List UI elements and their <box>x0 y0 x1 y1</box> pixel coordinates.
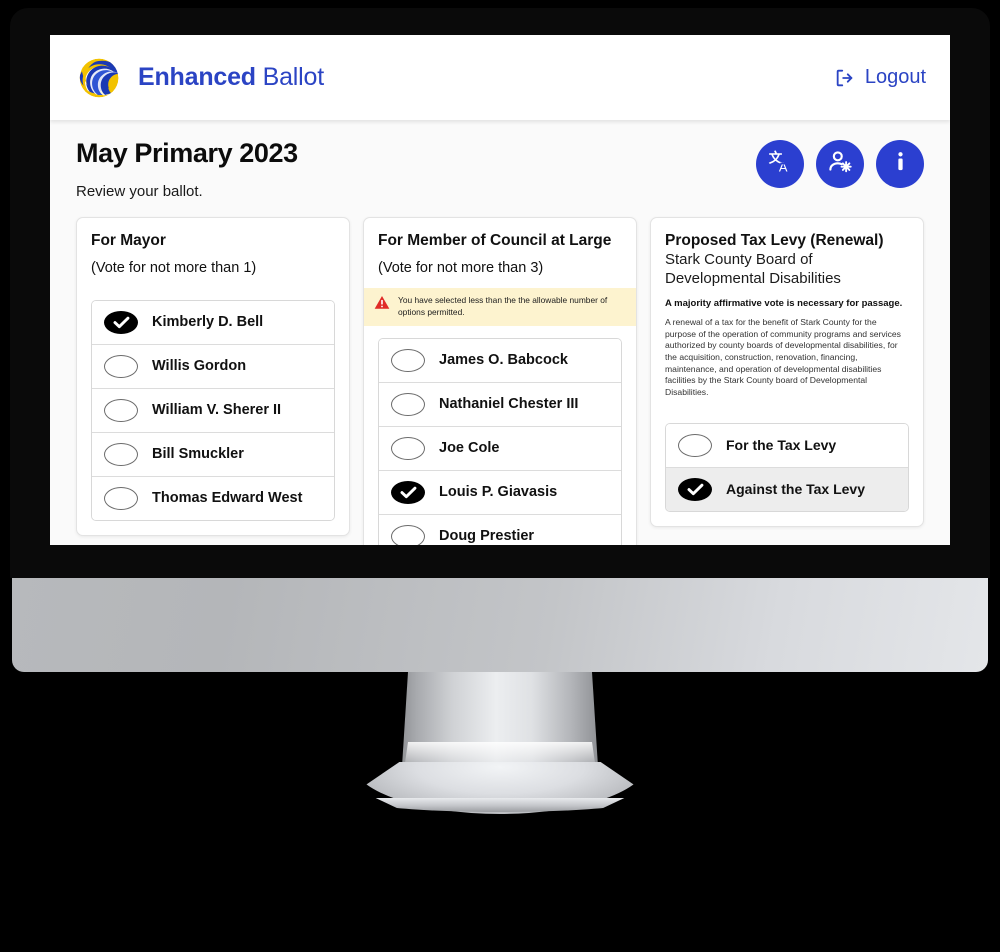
options-list-council: James O. Babcock Nathaniel Chester III J… <box>378 338 622 545</box>
option-row[interactable]: Nathaniel Chester III <box>379 383 621 428</box>
options-list-tax-levy: For the Tax Levy Against the Tax Levy <box>665 423 909 513</box>
contest-title: For Member of Council at Large <box>378 232 612 249</box>
ballot-columns: For Mayor (Vote for not more than 1) Kim… <box>76 217 924 545</box>
issue-subtitle: Stark County Board of Developmental Disa… <box>665 250 841 287</box>
page-title: May Primary 2023 <box>76 138 298 168</box>
empty-oval-icon <box>391 437 425 461</box>
column-mayor: For Mayor (Vote for not more than 1) Kim… <box>76 217 350 536</box>
logout-arrow-icon <box>834 67 856 89</box>
option-row[interactable]: Joe Cole <box>379 427 621 472</box>
contest-instruction: (Vote for not more than 3) <box>378 259 544 276</box>
contest-instruction: (Vote for not more than 1) <box>91 259 257 276</box>
enhanced-ballot-globe-logo <box>76 55 122 101</box>
option-row[interactable]: Doug Prestier <box>379 515 621 545</box>
option-row[interactable]: William V. Sherer II <box>92 388 334 433</box>
contest-title: For Mayor <box>91 232 166 249</box>
empty-oval-icon <box>391 393 425 417</box>
option-label: Nathaniel Chester III <box>439 395 579 412</box>
option-label: Bill Smuckler <box>152 445 244 462</box>
selected-oval-icon <box>391 481 425 505</box>
monitor-stand-base-lip <box>375 798 625 812</box>
monitor-chin <box>12 578 988 672</box>
logout-button[interactable]: Logout <box>834 66 926 89</box>
brand: Enhanced Ballot <box>76 55 324 101</box>
contest-tax-levy-header: Proposed Tax Levy (Renewal) Stark County… <box>651 218 923 410</box>
option-row[interactable]: Against the Tax Levy <box>666 468 908 512</box>
user-gear-icon <box>827 148 854 180</box>
column-council: For Member of Council at Large (Vote for… <box>363 217 637 545</box>
svg-text:A: A <box>778 160 787 175</box>
empty-oval-icon <box>391 525 425 545</box>
contest-council-header: For Member of Council at Large (Vote for… <box>364 218 636 288</box>
selected-oval-icon <box>104 310 138 334</box>
empty-oval-icon <box>104 354 138 378</box>
issue-title: Proposed Tax Levy (Renewal) <box>665 232 884 249</box>
brand-title-light: Ballot <box>262 63 325 91</box>
selected-oval-icon <box>678 478 712 502</box>
ballot-page: May Primary 2023 Review your ballot. 文 A <box>50 120 950 545</box>
contest-mayor: For Mayor (Vote for not more than 1) Kim… <box>76 217 350 536</box>
empty-oval-icon <box>104 442 138 466</box>
contest-council-at-large: For Member of Council at Large (Vote for… <box>363 217 637 545</box>
empty-oval-icon <box>104 486 138 510</box>
toolbar: 文 A <box>756 140 924 188</box>
issue-body-text: A renewal of a tax for the benefit of St… <box>665 317 901 397</box>
option-row[interactable]: James O. Babcock <box>379 339 621 384</box>
option-label: Against the Tax Levy <box>726 481 866 498</box>
option-row[interactable]: Thomas Edward West <box>92 476 334 520</box>
translate-icon: 文 A <box>767 148 794 180</box>
empty-oval-icon <box>678 434 712 458</box>
brand-title-bold: Enhanced <box>138 63 256 91</box>
page-title-row: May Primary 2023 Review your ballot. 文 A <box>76 138 924 200</box>
info-icon <box>887 148 914 180</box>
option-row[interactable]: Kimberly D. Bell <box>92 300 334 345</box>
info-button[interactable] <box>876 140 924 188</box>
option-row[interactable]: For the Tax Levy <box>666 424 908 469</box>
translate-button[interactable]: 文 A <box>756 140 804 188</box>
brand-title: Enhanced Ballot <box>138 63 324 92</box>
option-label: James O. Babcock <box>439 351 568 368</box>
contest-mayor-header: For Mayor (Vote for not more than 1) <box>77 218 349 288</box>
option-row[interactable]: Bill Smuckler <box>92 432 334 477</box>
column-tax-levy: Proposed Tax Levy (Renewal) Stark County… <box>650 217 924 528</box>
undervote-warning: You have selected less than the the allo… <box>364 287 636 327</box>
option-label: William V. Sherer II <box>152 401 282 418</box>
option-row[interactable]: Willis Gordon <box>92 344 334 389</box>
monitor-scene: Enhanced Ballot Logout May Primary 2023 … <box>0 0 1000 952</box>
accessibility-settings-button[interactable] <box>816 140 864 188</box>
option-label: For the Tax Levy <box>726 437 837 454</box>
option-label: Louis P. Giavasis <box>439 483 558 500</box>
options-list-mayor: Kimberly D. Bell Willis Gordon William V… <box>91 299 335 521</box>
warning-text: You have selected less than the the allo… <box>398 294 608 317</box>
warning-triangle-icon <box>374 295 390 315</box>
screen-viewport: Enhanced Ballot Logout May Primary 2023 … <box>50 35 950 545</box>
option-label: Willis Gordon <box>152 357 247 374</box>
option-label: Kimberly D. Bell <box>152 313 264 330</box>
option-label: Joe Cole <box>439 439 500 456</box>
empty-oval-icon <box>104 398 138 422</box>
page-subtitle: Review your ballot. <box>76 183 203 200</box>
logout-label: Logout <box>864 66 926 88</box>
app-header: Enhanced Ballot Logout <box>50 35 950 120</box>
empty-oval-icon <box>391 349 425 373</box>
option-row[interactable]: Louis P. Giavasis <box>379 471 621 516</box>
option-label: Doug Prestier <box>439 527 535 544</box>
option-label: Thomas Edward West <box>152 489 303 506</box>
contest-tax-levy: Proposed Tax Levy (Renewal) Stark County… <box>650 217 924 528</box>
issue-majority-note: A majority affirmative vote is necessary… <box>665 298 903 310</box>
